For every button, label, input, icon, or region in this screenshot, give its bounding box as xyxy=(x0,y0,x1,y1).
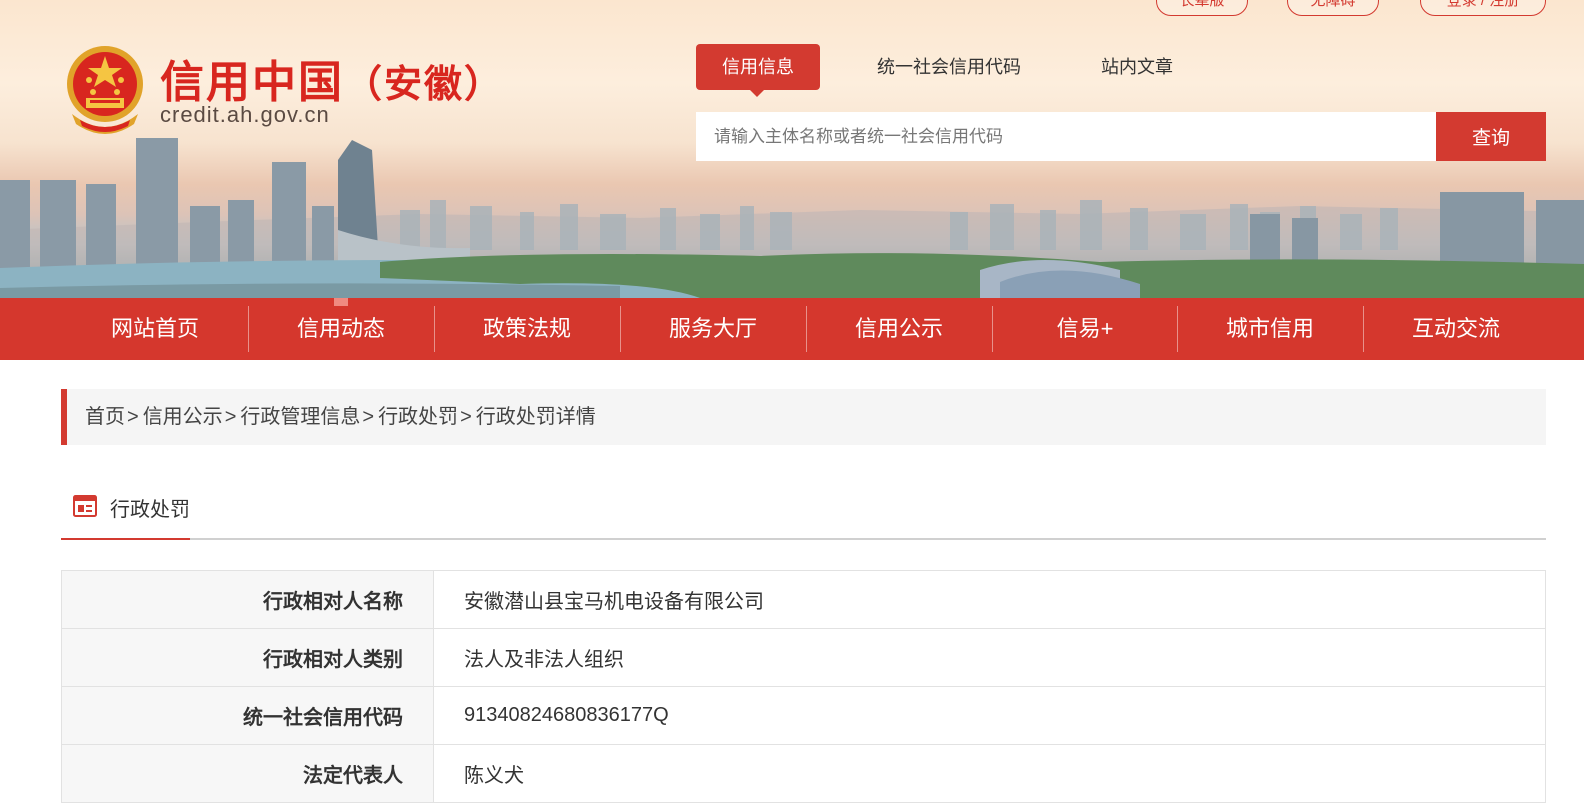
login-register-link[interactable]: 登录 / 注册 xyxy=(1420,0,1546,16)
nav-item-city-credit[interactable]: 城市信用 xyxy=(1177,298,1363,360)
tab-credit-info[interactable]: 信用信息 xyxy=(696,44,820,97)
field-value: 法人及非法人组织 xyxy=(433,628,1546,687)
tab-credit-code[interactable]: 统一社会信用代码 xyxy=(877,44,1021,90)
field-value: 陈义犬 xyxy=(433,744,1546,803)
national-emblem-icon xyxy=(67,46,143,134)
elder-mode-link[interactable]: 长辈版 xyxy=(1156,0,1248,16)
table-row: 行政相对人类别 法人及非法人组织 xyxy=(61,628,1546,687)
breadcrumb-separator: > xyxy=(224,406,237,428)
logo-main-text: 信用中国 xyxy=(160,58,344,107)
breadcrumb-current: 行政处罚详情 xyxy=(475,406,596,428)
nav-item-service-hall[interactable]: 服务大厅 xyxy=(620,298,806,360)
nav-item-credit-publicity[interactable]: 信用公示 xyxy=(806,298,992,360)
logo-paren-open: （ xyxy=(344,64,385,106)
table-row: 统一社会信用代码 91340824680836177Q xyxy=(61,686,1546,745)
field-value: 91340824680836177Q xyxy=(433,686,1546,745)
penalty-detail-table: 行政相对人名称 安徽潜山县宝马机电设备有限公司 行政相对人类别 法人及非法人组织… xyxy=(61,570,1546,803)
breadcrumb-separator: > xyxy=(460,406,472,428)
nav-item-home[interactable]: 网站首页 xyxy=(62,298,248,360)
breadcrumb-separator: > xyxy=(127,406,139,428)
breadcrumb-admin-info[interactable]: 行政管理信息 xyxy=(240,406,360,428)
table-row: 法定代表人 陈义犬 xyxy=(61,744,1546,803)
field-label: 统一社会信用代码 xyxy=(61,686,434,745)
nav-item-interaction[interactable]: 互动交流 xyxy=(1363,298,1549,360)
breadcrumb-admin-penalty[interactable]: 行政处罚 xyxy=(378,406,458,428)
nav-item-credit-easy[interactable]: 信易+ xyxy=(992,298,1178,360)
breadcrumb-credit-publicity[interactable]: 信用公示 xyxy=(143,406,223,428)
breadcrumb-separator: > xyxy=(362,406,375,428)
section-title: 行政处罚 xyxy=(110,499,190,521)
breadcrumb: 首页 > 信用公示 > 行政管理信息 > 行政处罚 > 行政处罚详情 xyxy=(61,389,1546,445)
logo-paren-close: ） xyxy=(464,64,505,106)
site-domain: credit.ah.gov.cn xyxy=(160,102,330,127)
field-label: 法定代表人 xyxy=(61,744,434,803)
nav-item-credit-news[interactable]: 信用动态 xyxy=(248,298,434,360)
field-label: 行政相对人类别 xyxy=(61,628,434,687)
logo-region: 安徽 xyxy=(384,64,465,106)
nav-item-policies[interactable]: 政策法规 xyxy=(434,298,620,360)
header-banner: 长辈版 无障碍 登录 / 注册 信用中国（安徽） credit.ah.gov.c… xyxy=(0,0,1584,298)
search-input[interactable] xyxy=(696,112,1436,161)
table-row: 行政相对人名称 安徽潜山县宝马机电设备有限公司 xyxy=(61,570,1546,629)
section-header: 行政处罚 xyxy=(61,480,1546,540)
main-nav: 网站首页 信用动态 政策法规 服务大厅 信用公示 信易+ 城市信用 互动交流 xyxy=(0,298,1584,360)
search-button[interactable]: 查询 xyxy=(1436,112,1546,161)
section-active-underline xyxy=(61,538,190,540)
site-logo-title[interactable]: 信用中国（安徽） xyxy=(160,46,504,110)
field-value: 安徽潜山县宝马机电设备有限公司 xyxy=(433,570,1546,629)
breadcrumb-home[interactable]: 首页 xyxy=(85,406,125,428)
accessibility-link[interactable]: 无障碍 xyxy=(1287,0,1379,16)
document-list-icon xyxy=(73,495,97,517)
tab-site-articles[interactable]: 站内文章 xyxy=(1101,44,1173,90)
field-label: 行政相对人名称 xyxy=(61,570,434,629)
